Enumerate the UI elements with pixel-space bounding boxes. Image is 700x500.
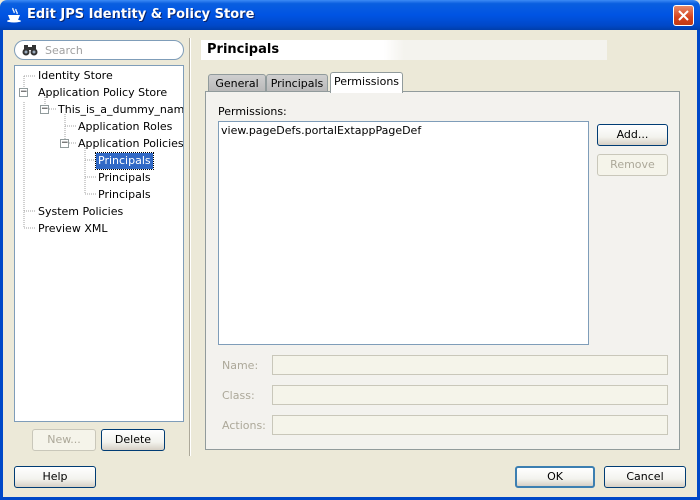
tree-item-application-policies[interactable]: Application Policies (76, 136, 183, 152)
tree-collapse-toggle[interactable]: − (40, 105, 49, 114)
class-field[interactable] (272, 385, 668, 405)
close-icon (678, 10, 689, 21)
permissions-list[interactable]: view.pageDefs.portalExtappPageDef (218, 121, 589, 345)
tab-principals[interactable]: Principals (266, 74, 328, 92)
tree-collapse-toggle[interactable]: − (19, 88, 28, 97)
cancel-button[interactable]: Cancel (604, 466, 686, 488)
actions-field[interactable] (272, 415, 668, 435)
close-button[interactable] (673, 5, 694, 26)
tree-item-application-policy-store[interactable]: Application Policy Store (36, 85, 169, 101)
panel-title: Principals (201, 40, 607, 60)
tree-item-application-roles[interactable]: Application Roles (76, 119, 174, 135)
panel-splitter[interactable] (189, 38, 191, 456)
remove-button[interactable]: Remove (597, 154, 668, 176)
binoculars-icon (22, 45, 38, 56)
tree-item-principals[interactable]: Principals (96, 187, 153, 203)
search-input[interactable] (45, 43, 175, 57)
tab-general[interactable]: General (208, 74, 266, 92)
tree-item-system-policies[interactable]: System Policies (36, 204, 125, 220)
coffee-cup-icon (7, 7, 21, 23)
name-label: Name: (222, 359, 259, 372)
tree-item-preview-xml[interactable]: Preview XML (36, 221, 109, 237)
tab-permissions[interactable]: Permissions (330, 72, 403, 93)
tree-item-dummy-name[interactable]: This_is_a_dummy_name (56, 102, 183, 118)
navigation-tree[interactable]: − − − Identity Store Application Policy … (14, 65, 184, 422)
window-frame-left (0, 30, 3, 500)
actions-label: Actions: (222, 419, 266, 432)
tree-item-principals[interactable]: Principals (96, 170, 153, 186)
tree-collapse-toggle[interactable]: − (60, 139, 69, 148)
new-button[interactable]: New... (32, 429, 96, 451)
name-field[interactable] (272, 355, 668, 375)
search-box[interactable] (14, 40, 184, 60)
ok-button[interactable]: OK (515, 466, 595, 488)
help-button[interactable]: Help (14, 466, 96, 488)
window-title: Edit JPS Identity & Policy Store (27, 7, 255, 22)
class-label: Class: (222, 389, 255, 402)
delete-button[interactable]: Delete (101, 429, 165, 451)
title-bar: Edit JPS Identity & Policy Store (0, 0, 700, 30)
tree-item-principals-selected[interactable]: Principals (95, 152, 154, 170)
add-button[interactable]: Add... (597, 124, 668, 146)
tree-item-identity-store[interactable]: Identity Store (36, 68, 115, 84)
permissions-label: Permissions: (218, 105, 287, 118)
new-button-mnemonic: New... (47, 433, 81, 446)
list-item[interactable]: view.pageDefs.portalExtappPageDef (221, 124, 586, 137)
